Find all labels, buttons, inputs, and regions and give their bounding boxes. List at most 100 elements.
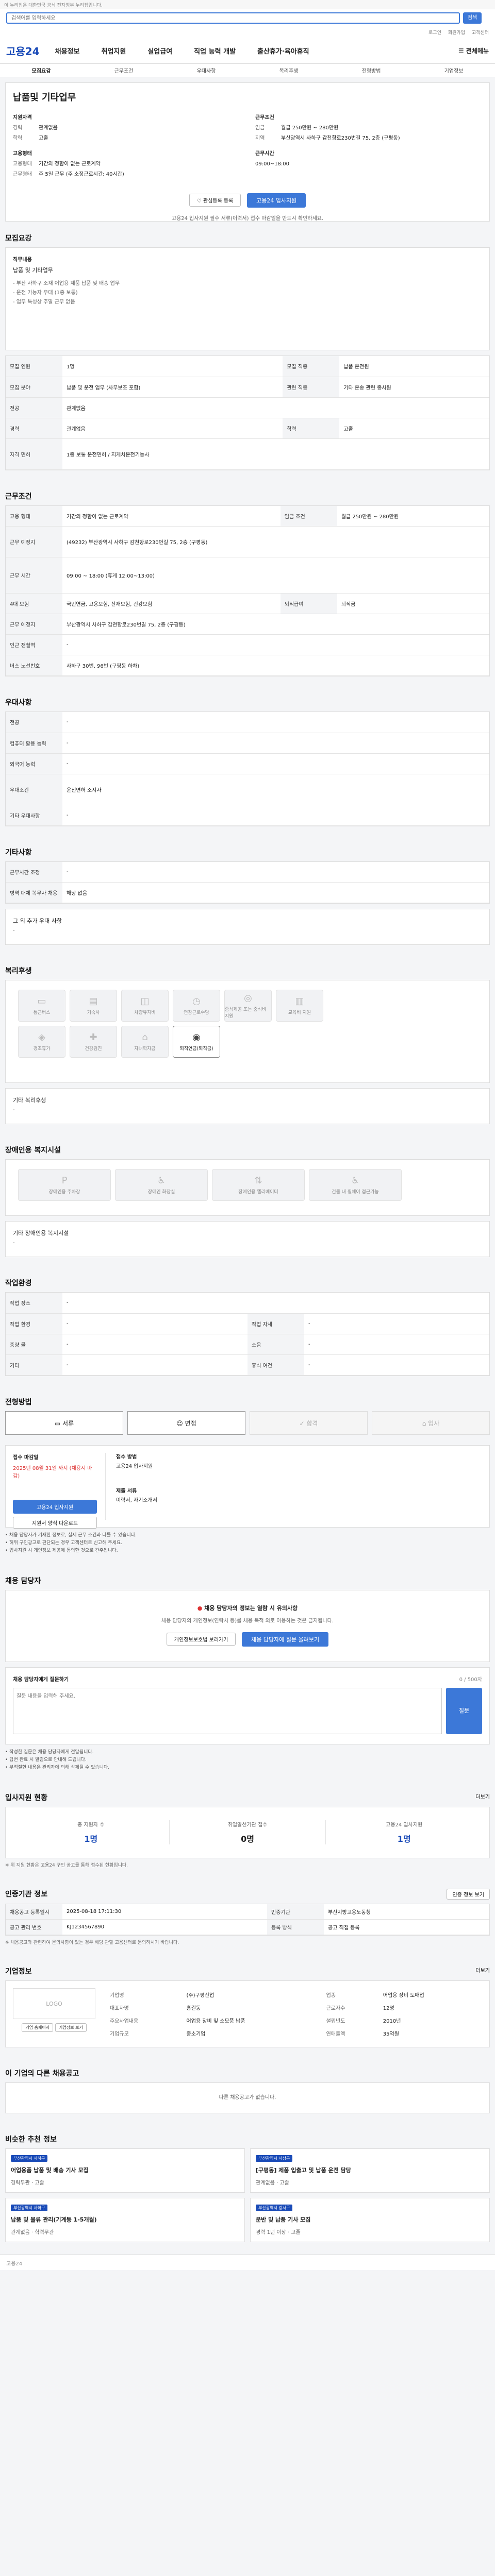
privacy-law-button[interactable]: 개인정보보호법 보러가기 xyxy=(166,1632,236,1646)
deadline-value: 2025년 08월 31일 까지 (채용시 마감) xyxy=(13,1465,92,1479)
row-value: 중소기업 xyxy=(186,2031,206,2037)
qa-notes: • 작성한 질문은 채용 담당자에게 전달됩니다. • 답변 완료 시 알림으로… xyxy=(5,1749,490,1772)
benefit-label: 교육비 지원 xyxy=(288,1010,311,1015)
recommend-card[interactable]: 부산광역시 사상구 [구평동] 제품 입출고 및 납품 운전 담당 관계없음 · 고… xyxy=(250,2148,490,2193)
row-value: 기타 운송 관련 종사원 xyxy=(339,377,489,398)
qa-submit-button[interactable]: 질문 xyxy=(446,1687,482,1734)
cert-button[interactable]: 인증 정보 보기 xyxy=(447,1888,490,1900)
login-link[interactable]: 로그인 xyxy=(428,30,441,36)
status-label: 총 지원자 수 xyxy=(77,1822,105,1828)
benefit-item: ▭ 통근버스 xyxy=(18,990,65,1022)
bookmark-button[interactable]: ♡ 관심등록 등록 xyxy=(189,194,241,207)
etc-extra: 그 외 추가 우대 사항 - xyxy=(5,909,490,945)
table-row: 근무시간 조정 - xyxy=(6,861,489,883)
company-more-link[interactable]: 더보기 xyxy=(475,1966,490,1976)
row-key: 경력 xyxy=(6,418,62,439)
gift-icon: ◈ xyxy=(38,1032,45,1043)
benefit-label: 연장근로수당 xyxy=(184,1010,209,1015)
tab-company[interactable]: 기업정보 xyxy=(412,66,495,74)
nav-leave[interactable]: 출산휴가·육아휴직 xyxy=(257,46,309,56)
tab-conditions[interactable]: 근무조건 xyxy=(82,66,165,74)
ask-recruiter-button[interactable]: 채용 담당자에 질문 올려보기 xyxy=(242,1632,329,1647)
row-value: - xyxy=(62,805,489,826)
benefit-label: 퇴직연금(퇴직금) xyxy=(179,1046,213,1052)
worktime-head: 근무시간 xyxy=(255,151,274,157)
work-type-key: 근무형태 xyxy=(13,172,32,177)
row-key: 자격 면허 xyxy=(6,438,62,470)
pension-icon: ◉ xyxy=(192,1032,201,1043)
row-value: 해당 없음 xyxy=(62,882,489,903)
nav-training[interactable]: 직업 능력 개발 xyxy=(194,46,236,56)
status-item: 총 지원자 수 1명 xyxy=(13,1820,170,1844)
recruiter-alert: 채용 담당자의 정보는 열람 시 유의사항 xyxy=(204,1604,298,1612)
cert-header: 인증기관 정보 인증 정보 보기 xyxy=(5,1888,490,1900)
signup-link[interactable]: 회원가입 xyxy=(448,30,465,36)
pay-value: 월급 250만원 ~ 280만원 xyxy=(281,125,339,131)
nav-unemployment[interactable]: 실업급여 xyxy=(147,46,172,56)
tab-preferences[interactable]: 우대사항 xyxy=(165,66,248,74)
condition-head: 근무조건 xyxy=(255,115,274,121)
qa-input[interactable] xyxy=(13,1687,442,1734)
row-key: 근무 시간 xyxy=(6,557,62,594)
apply-button-2[interactable]: 고용24 입사지원 xyxy=(13,1499,97,1514)
bookmark-label: 관심등록 등록 xyxy=(203,198,234,204)
step-label: 면접 xyxy=(185,1419,196,1427)
row-key: 모집 직종 xyxy=(283,356,340,377)
recommend-row: 부산광역시 사하구 납품 및 물류 관리(기계동 1-5개월) 관계없음 · 학력무… xyxy=(5,2198,490,2242)
recommend-edu: 학력무관 xyxy=(35,2230,54,2235)
row-key: 기타 xyxy=(6,1354,62,1376)
utility-menu: 로그인 회원가입 고객센터 xyxy=(0,27,495,38)
tab-selection[interactable]: 전형방법 xyxy=(330,66,412,74)
status-item: 고용24 입사지원 1명 xyxy=(326,1820,482,1844)
status-more-link[interactable]: 더보기 xyxy=(475,1792,490,1803)
search-button[interactable]: 검색 xyxy=(463,12,482,24)
row-key: 작업 자세 xyxy=(248,1313,304,1334)
search-input[interactable] xyxy=(6,12,460,24)
nav-career-support[interactable]: 취업지원 xyxy=(101,46,126,56)
row-key: 컴퓨터 활용 능력 xyxy=(6,733,62,754)
recommend-card[interactable]: 부산광역시 사하구 어업용품 납품 및 배송 기사 모집 경력무관 · 고졸 xyxy=(5,2148,245,2193)
tab-requirements[interactable]: 모집요강 xyxy=(0,66,82,74)
row-value: 퇴직금 xyxy=(337,593,489,614)
bed-icon: ▤ xyxy=(89,996,98,1007)
recommend-card[interactable]: 부산광역시 사하구 납품 및 물류 관리(기계동 1-5개월) 관계없음 · 학력무… xyxy=(5,2198,245,2242)
step-label: 서류 xyxy=(62,1419,74,1427)
recruiter-title: 채용 담당자 xyxy=(5,1577,41,1585)
table-row: 대표자명 홍길동 근로자수 12명 xyxy=(106,2001,482,2014)
row-key: 업종 xyxy=(326,1993,336,1998)
company-info-button[interactable]: 기업정보 보기 xyxy=(55,2023,87,2032)
row-value: - xyxy=(62,634,489,655)
row-key: 근무 예정지 xyxy=(6,614,62,635)
etc-extra-value: - xyxy=(13,928,15,934)
form-download-button[interactable]: 지원서 양식 다운로드 xyxy=(13,1516,97,1529)
tab-benefits[interactable]: 복리후생 xyxy=(248,66,330,74)
selection-steps: ▭ 서류 ☺ 면접 ✓ 합격 ⌂ 입사 xyxy=(5,1411,490,1435)
row-value: 월급 250만원 ~ 280만원 xyxy=(337,505,489,527)
row-key: 버스 노선번호 xyxy=(6,655,62,676)
row-value: (주)구평산업 xyxy=(186,1993,214,1998)
row-key: 고용 형태 xyxy=(6,505,62,527)
qa-counter: 0 / 500자 xyxy=(459,1676,482,1683)
row-value: 운전면허 소지자 xyxy=(62,774,489,805)
toilet-icon: ♿ xyxy=(157,1175,166,1186)
row-value: 부산광역시 사하구 감천항로230번길 75, 2층 (구평동) xyxy=(62,614,489,635)
support-link[interactable]: 고객센터 xyxy=(472,30,489,36)
recommend-card[interactable]: 부산광역시 강서구 운반 및 납품 기사 모집 경력 1년 이상 · 고졸 xyxy=(250,2198,490,2242)
nav-jobs[interactable]: 채용정보 xyxy=(55,46,80,56)
row-value: - xyxy=(304,1354,489,1376)
row-value: 35억원 xyxy=(383,2031,399,2037)
company-homepage-button[interactable]: 기업 홈페이지 xyxy=(22,2023,53,2032)
row-value: 고졸 xyxy=(339,418,489,439)
cert-title: 인증기관 정보 xyxy=(5,1890,48,1899)
apply-button[interactable]: 고용24 입사지원 xyxy=(247,193,306,208)
environment-table: 작업 장소 - 작업 환경 - 작업 자세 - 중량 물 - 소음 - 기타 - 휴식 여건 - xyxy=(6,1293,489,1376)
benefit-item: ✚ 건강검진 xyxy=(70,1026,117,1058)
row-key: 임금 조건 xyxy=(280,505,337,527)
site-logo[interactable]: 고용24 xyxy=(6,43,40,58)
application-box: 접수 마감일 2025년 08월 31일 까지 (채용시 마감) 고용24 입사… xyxy=(5,1445,490,1529)
step-item: ▭ 서류 xyxy=(5,1411,123,1435)
row-value: 국민연금, 고용보험, 산재보험, 건강보험 xyxy=(62,593,280,614)
nav-all-menu[interactable]: ☰ 전체메뉴 xyxy=(458,46,489,55)
gov-banner: 이 누리집은 대한민국 공식 전자정부 누리집입니다. xyxy=(0,0,495,9)
qa-box: 채용 담당자에게 질문하기 0 / 500자 질문 xyxy=(5,1667,490,1744)
